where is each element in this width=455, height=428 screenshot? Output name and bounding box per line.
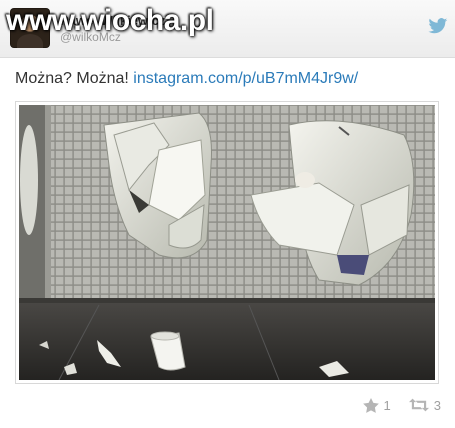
tweet-text: Można? Można! instagram.com/p/uB7mM4Jr9w… (15, 70, 358, 88)
tweet-header: Paweł Wilkiewicz @wilkoMcz www.wiocha.pl (0, 0, 455, 58)
retweet-action[interactable]: 3 (408, 397, 441, 413)
instagram-link[interactable]: instagram.com/p/uB7mM4Jr9w/ (133, 70, 358, 87)
favorites-count: 1 (383, 397, 391, 413)
photo-frame[interactable] (15, 101, 439, 384)
star-icon (362, 397, 379, 413)
tweet-text-body: Można? Można! (15, 70, 134, 87)
tweet-actions: 1 3 (345, 396, 441, 414)
bird-icon[interactable] (428, 18, 448, 34)
watermark: www.wiocha.pl (6, 4, 214, 37)
tweet-photo[interactable] (19, 105, 435, 380)
favorite-action[interactable]: 1 (362, 397, 391, 413)
retweets-count: 3 (433, 397, 441, 413)
retweet-icon (408, 398, 429, 412)
